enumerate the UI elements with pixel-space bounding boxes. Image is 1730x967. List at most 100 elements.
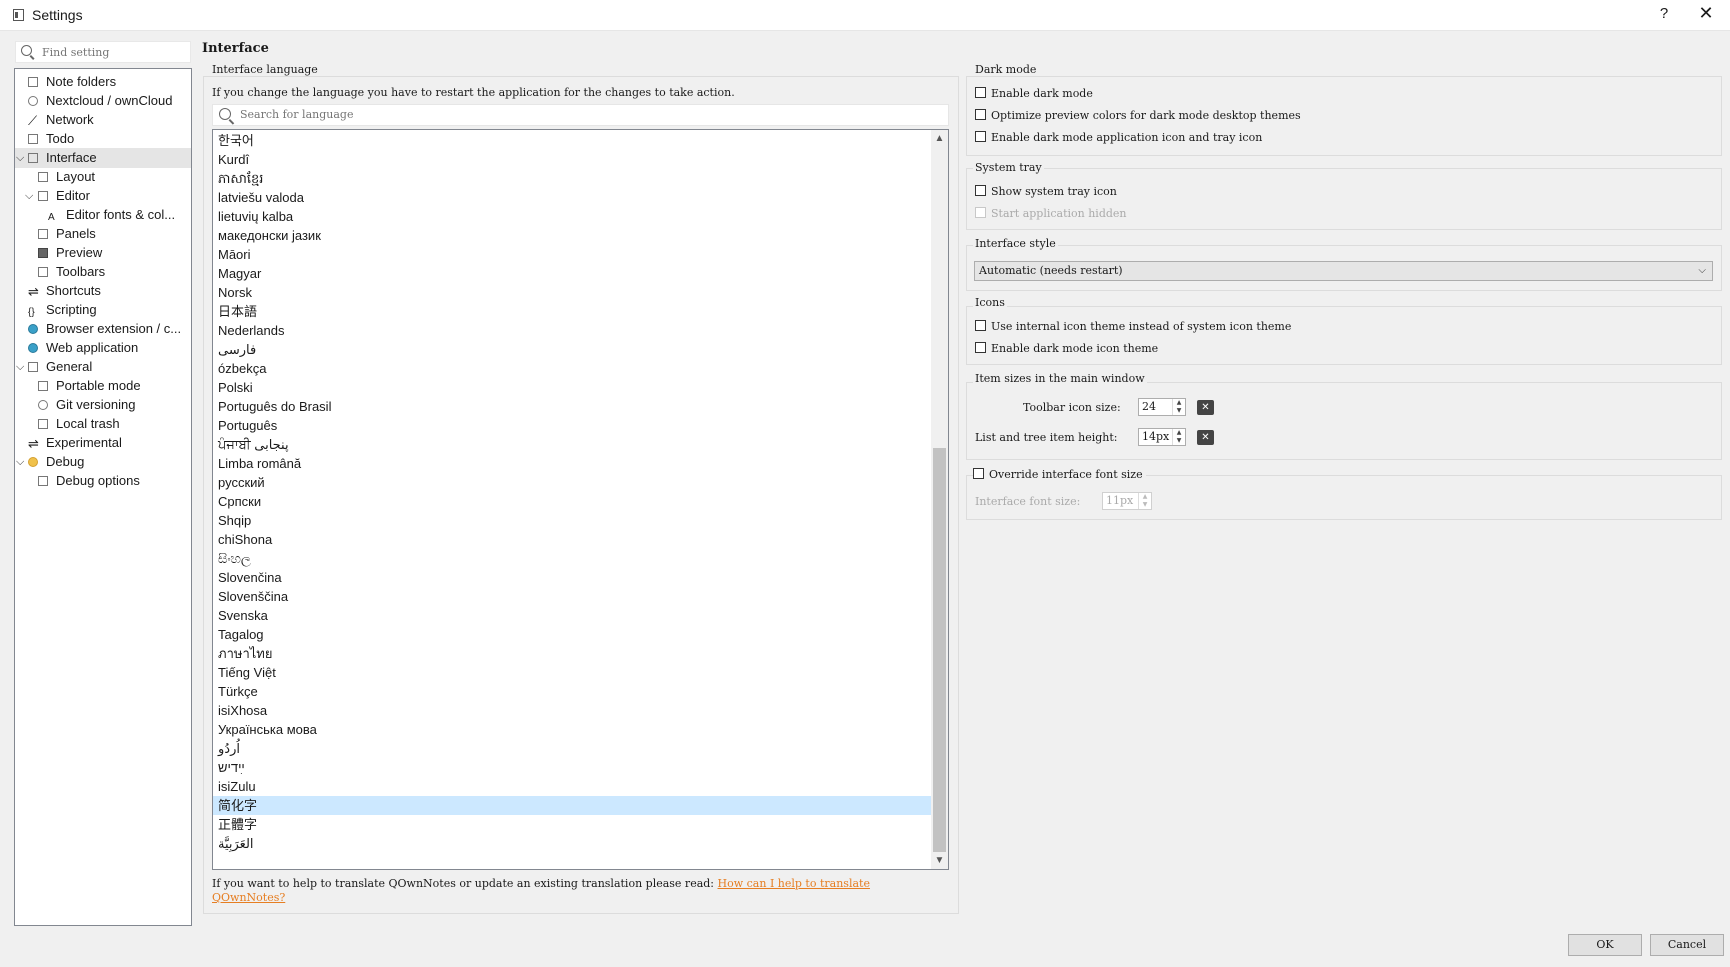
checkbox-box[interactable] [975,342,986,353]
language-list-item[interactable]: Tiếng Việt [213,663,931,682]
sidebar-item-git-versioning[interactable]: Git versioning [38,395,135,415]
sidebar-item-editor[interactable]: ⌵ Editor [25,186,90,206]
language-list-item[interactable]: isiXhosa [213,701,931,720]
language-list-item[interactable]: Nederlands [213,321,931,340]
sidebar-item-browser-extension[interactable]: Browser extension / c... [28,319,181,339]
language-search-input[interactable] [240,108,840,121]
language-list-item[interactable]: ózbekça [213,359,931,378]
scroll-down-icon[interactable]: ▼ [931,852,948,869]
language-list-item[interactable]: Українська мова [213,720,931,739]
checkbox-box[interactable] [975,320,986,331]
language-list-item[interactable]: ភាសាខ្មែរ [213,169,931,188]
language-list-item[interactable]: 正體字 [213,815,931,834]
language-list-item[interactable]: Kurdî [213,150,931,169]
chevron-down-icon[interactable]: ⌵ [16,452,24,472]
sidebar-item-local-trash[interactable]: Local trash [38,414,120,434]
language-list-item[interactable]: 日本語 [213,302,931,321]
help-button[interactable]: ? [1654,5,1674,22]
language-list-item[interactable]: isiZulu [213,777,931,796]
language-list-item[interactable]: Polski [213,378,931,397]
language-list-scrollbar[interactable]: ▲ ▼ [931,130,948,869]
toolbar-icon-size-spinbox[interactable]: 24 ▲ ▼ [1138,398,1186,416]
checkbox-box[interactable] [975,185,986,196]
chevron-down-icon[interactable]: ⌵ [16,357,24,377]
language-list-item[interactable]: ਪੰਜਾਬੀ پنجابی [213,435,931,454]
sidebar-item-debug[interactable]: ⌵ Debug [15,452,84,472]
optimize-preview-colors-checkbox[interactable]: Optimize preview colors for dark mode de… [975,107,1301,125]
chevron-down-icon[interactable]: ⌵ [16,148,24,168]
language-list-item[interactable]: Māori [213,245,931,264]
checkbox-box[interactable] [975,131,986,142]
internal-icon-theme-checkbox[interactable]: Use internal icon theme instead of syste… [975,318,1291,336]
checkbox-box[interactable] [973,468,984,479]
close-button[interactable]: ✕ [1694,3,1718,24]
language-list-item[interactable]: اُردُو [213,739,931,758]
sidebar-item-todo[interactable]: Todo [28,129,74,149]
language-list[interactable]: 한국어 Kurdî ភាសាខ្មែរ latviešu valoda lietuvių… [212,129,949,870]
language-list-item[interactable]: ภาษาไทย [213,644,931,663]
sidebar-item-toolbars[interactable]: Toolbars [38,262,105,282]
dark-mode-tray-icon-checkbox[interactable]: Enable dark mode application icon and tr… [975,129,1262,147]
interface-style-select[interactable]: Automatic (needs restart) ⌵ [974,261,1713,281]
language-list-item[interactable]: Magyar [213,264,931,283]
language-search-field[interactable] [212,104,949,126]
sidebar-item-web-application[interactable]: Web application [28,338,138,358]
find-setting-field[interactable] [15,41,191,63]
ok-button[interactable]: OK [1568,934,1642,956]
language-list-item[interactable]: Português [213,416,931,435]
language-list-item[interactable]: Slovenčina [213,568,931,587]
find-setting-input[interactable] [42,44,187,60]
language-list-item[interactable]: lietuvių kalba [213,207,931,226]
chevron-down-icon[interactable]: ⌵ [25,186,33,206]
language-list-item[interactable]: latviešu valoda [213,188,931,207]
language-list-item[interactable]: Svenska [213,606,931,625]
scroll-up-icon[interactable]: ▲ [931,130,948,147]
language-list-item[interactable]: Tagalog [213,625,931,644]
language-list-item[interactable]: македонски јазик [213,226,931,245]
dark-icon-theme-checkbox[interactable]: Enable dark mode icon theme [975,340,1158,358]
sidebar-item-debug-options[interactable]: Debug options [38,471,140,491]
cancel-button[interactable]: Cancel [1650,934,1724,956]
sidebar-item-editor-fonts[interactable]: A Editor fonts & col... [48,205,175,225]
show-tray-icon-checkbox[interactable]: Show system tray icon [975,183,1117,201]
scrollbar-thumb[interactable] [933,448,946,852]
language-list-item[interactable]: Shqip [213,511,931,530]
checkbox-box[interactable] [975,109,986,120]
language-list-item[interactable]: Limba română [213,454,931,473]
language-list-item[interactable]: العَرَبِيَّة [213,834,931,853]
language-list-item[interactable]: Српски [213,492,931,511]
spin-arrows-icon[interactable]: ▲ ▼ [1172,429,1185,445]
sidebar-item-general[interactable]: ⌵ General [15,357,92,377]
override-font-size-checkbox[interactable]: Override interface font size [973,466,1146,484]
language-list-item[interactable]: සිංහල [213,549,931,568]
language-list-item[interactable]: Türkçe [213,682,931,701]
language-list-item[interactable]: فارسی [213,340,931,359]
enable-dark-mode-checkbox[interactable]: Enable dark mode [975,85,1093,103]
sidebar-item-interface[interactable]: ⌵ Interface [15,148,191,168]
language-list-item[interactable]: русский [213,473,931,492]
language-list-item[interactable]: chiShona [213,530,931,549]
language-list-item[interactable]: ײִדיש [213,758,931,777]
list-item-height-spinbox[interactable]: 14px ▲ ▼ [1138,428,1186,446]
sidebar-item-network[interactable]: ⟋ Network [28,110,94,130]
sidebar-item-note-folders[interactable]: Note folders [28,72,116,92]
sidebar-item-shortcuts[interactable]: ⇌ Shortcuts [28,281,101,301]
reset-list-height-icon[interactable]: ✕ [1197,430,1214,445]
language-list-item[interactable]: 한국어 [213,131,931,150]
sidebar-item-preview[interactable]: Preview [38,243,102,263]
sidebar-item-experimental[interactable]: ⇌ Experimental [28,433,122,453]
language-list-item[interactable]: Norsk [213,283,931,302]
checkbox-box[interactable] [975,87,986,98]
translation-help-link-cont[interactable]: QOwnNotes? [212,891,285,904]
sidebar-item-panels[interactable]: Panels [38,224,96,244]
language-list-item[interactable]: Português do Brasil [213,397,931,416]
spin-arrows-icon[interactable]: ▲ ▼ [1172,399,1185,415]
sidebar-item-portable-mode[interactable]: Portable mode [38,376,141,396]
language-list-item[interactable]: Slovenščina [213,587,931,606]
sidebar-item-scripting[interactable]: {} Scripting [28,300,97,320]
translation-help-link[interactable]: How can I help to translate [718,877,870,890]
sidebar-item-nextcloud[interactable]: Nextcloud / ownCloud [28,91,172,111]
reset-toolbar-size-icon[interactable]: ✕ [1197,400,1214,415]
sidebar-item-layout[interactable]: Layout [38,167,95,187]
language-list-item[interactable]: 简化字 [213,796,931,815]
